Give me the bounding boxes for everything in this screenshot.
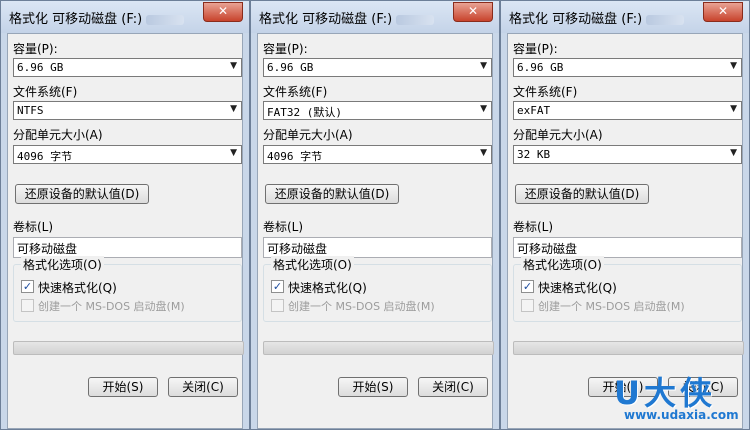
dialog-body: 容量(P): 6.96 GB ▼ 文件系统(F) FAT32 (默认) ▼ 分配单元… (257, 33, 494, 429)
quick-format-label: 快速格式化(Q) (538, 281, 617, 295)
site-watermark: U大侠 www.udaxia.com (588, 368, 748, 428)
msdos-startup-checkbox[interactable] (271, 299, 284, 312)
title-bar: 格式化 可移动磁盘 (F:) ✕ (1, 1, 249, 33)
filesystem-label: 文件系统(F) (13, 85, 78, 99)
volume-label-input[interactable]: 可移动磁盘 (513, 237, 742, 258)
allocation-select[interactable]: 4096 字节 ▼ (13, 145, 242, 164)
capacity-label: 容量(P): (513, 42, 558, 56)
allocation-value: 32 KB (517, 148, 551, 161)
quick-format-checkbox[interactable]: ✓ (521, 280, 534, 293)
allocation-label: 分配单元大小(A) (263, 128, 353, 142)
volume-label: 卷标(L) (263, 220, 304, 234)
capacity-select[interactable]: 6.96 GB ▼ (513, 58, 742, 77)
format-progress-bar (513, 341, 744, 355)
format-options-group: 格式化选项(O) ✓ 快速格式化(Q) 创建一个 MS-DOS 启动盘(M) (513, 256, 742, 322)
dialog-body: 容量(P): 6.96 GB ▼ 文件系统(F) NTFS ▼ 分配单元大小(A) … (7, 33, 244, 429)
format-options-label: 格式化选项(O) (21, 256, 104, 273)
msdos-startup-label: 创建一个 MS-DOS 启动盘(M) (38, 300, 185, 313)
capacity-select[interactable]: 6.96 GB ▼ (13, 58, 242, 77)
chevron-down-icon: ▼ (730, 104, 737, 114)
volume-label: 卷标(L) (513, 220, 554, 234)
filesystem-value: FAT32 (默认) (267, 106, 342, 119)
blurred-drive-name (396, 14, 435, 25)
filesystem-value: exFAT (517, 104, 551, 117)
close-icon: ✕ (467, 4, 479, 18)
msdos-startup-checkbox[interactable] (21, 299, 34, 312)
allocation-select[interactable]: 32 KB ▼ (513, 145, 742, 164)
title-bar: 格式化 可移动磁盘 (F:) ✕ (501, 1, 749, 33)
format-options-label: 格式化选项(O) (521, 256, 604, 273)
close-window-button[interactable]: ✕ (453, 2, 493, 22)
format-dialog-exfat: 格式化 可移动磁盘 (F:) ✕ 容量(P): 6.96 GB ▼ 文件系统(F)… (500, 0, 750, 430)
format-options-group: 格式化选项(O) ✓ 快速格式化(Q) 创建一个 MS-DOS 启动盘(M) (263, 256, 492, 322)
capacity-value: 6.96 GB (267, 61, 314, 74)
checkmark-icon: ✓ (522, 280, 533, 293)
chevron-down-icon: ▼ (480, 148, 487, 158)
volume-label-input[interactable]: 可移动磁盘 (263, 237, 492, 258)
allocation-select[interactable]: 4096 字节 ▼ (263, 145, 492, 164)
filesystem-select[interactable]: NTFS ▼ (13, 101, 242, 120)
close-window-button[interactable]: ✕ (203, 2, 243, 22)
close-window-button[interactable]: ✕ (703, 2, 743, 22)
quick-format-label: 快速格式化(Q) (288, 281, 367, 295)
allocation-value: 4096 字节 (17, 150, 73, 163)
checkmark-icon: ✓ (22, 280, 33, 293)
start-button[interactable]: 开始(S) (88, 377, 158, 397)
quick-format-checkbox[interactable]: ✓ (271, 280, 284, 293)
capacity-value: 6.96 GB (517, 61, 564, 74)
filesystem-select[interactable]: FAT32 (默认) ▼ (263, 101, 492, 120)
close-button[interactable]: 关闭(C) (418, 377, 488, 397)
allocation-value: 4096 字节 (267, 150, 323, 163)
restore-defaults-button[interactable]: 还原设备的默认值(D) (15, 184, 149, 204)
msdos-startup-label: 创建一个 MS-DOS 启动盘(M) (538, 300, 685, 313)
window-title: 格式化 可移动磁盘 (F:) (509, 8, 685, 27)
chevron-down-icon: ▼ (730, 148, 737, 158)
title-bar: 格式化 可移动磁盘 (F:) ✕ (251, 1, 499, 33)
format-options-group: 格式化选项(O) ✓ 快速格式化(Q) 创建一个 MS-DOS 启动盘(M) (13, 256, 242, 322)
allocation-label: 分配单元大小(A) (513, 128, 603, 142)
chevron-down-icon: ▼ (230, 61, 237, 71)
capacity-value: 6.96 GB (17, 61, 64, 74)
filesystem-value: NTFS (17, 104, 44, 117)
format-dialog-ntfs: 格式化 可移动磁盘 (F:) ✕ 容量(P): 6.96 GB ▼ 文件系统(F)… (0, 0, 250, 430)
close-icon: ✕ (217, 4, 229, 18)
filesystem-label: 文件系统(F) (513, 85, 578, 99)
close-icon: ✕ (717, 4, 729, 18)
capacity-label: 容量(P): (263, 42, 308, 56)
watermark-url: www.udaxia.com (624, 408, 739, 422)
start-button[interactable]: 开始(S) (338, 377, 408, 397)
volume-label: 卷标(L) (13, 220, 54, 234)
close-button[interactable]: 关闭(C) (168, 377, 238, 397)
quick-format-checkbox[interactable]: ✓ (21, 280, 34, 293)
window-title: 格式化 可移动磁盘 (F:) (9, 8, 185, 27)
chevron-down-icon: ▼ (480, 61, 487, 71)
format-options-label: 格式化选项(O) (271, 256, 354, 273)
restore-defaults-button[interactable]: 还原设备的默认值(D) (265, 184, 399, 204)
volume-label-input[interactable]: 可移动磁盘 (13, 237, 242, 258)
filesystem-label: 文件系统(F) (263, 85, 328, 99)
blurred-drive-name (146, 14, 185, 25)
quick-format-label: 快速格式化(Q) (38, 281, 117, 295)
blurred-drive-name (646, 14, 685, 25)
chevron-down-icon: ▼ (230, 104, 237, 114)
format-progress-bar (263, 341, 494, 355)
msdos-startup-checkbox[interactable] (521, 299, 534, 312)
window-title: 格式化 可移动磁盘 (F:) (259, 8, 435, 27)
filesystem-select[interactable]: exFAT ▼ (513, 101, 742, 120)
chevron-down-icon: ▼ (730, 61, 737, 71)
chevron-down-icon: ▼ (480, 104, 487, 114)
format-progress-bar (13, 341, 244, 355)
capacity-select[interactable]: 6.96 GB ▼ (263, 58, 492, 77)
capacity-label: 容量(P): (13, 42, 58, 56)
chevron-down-icon: ▼ (230, 148, 237, 158)
checkmark-icon: ✓ (272, 280, 283, 293)
msdos-startup-label: 创建一个 MS-DOS 启动盘(M) (288, 300, 435, 313)
restore-defaults-button[interactable]: 还原设备的默认值(D) (515, 184, 649, 204)
format-dialog-fat32: 格式化 可移动磁盘 (F:) ✕ 容量(P): 6.96 GB ▼ 文件系统(F)… (250, 0, 500, 430)
allocation-label: 分配单元大小(A) (13, 128, 103, 142)
